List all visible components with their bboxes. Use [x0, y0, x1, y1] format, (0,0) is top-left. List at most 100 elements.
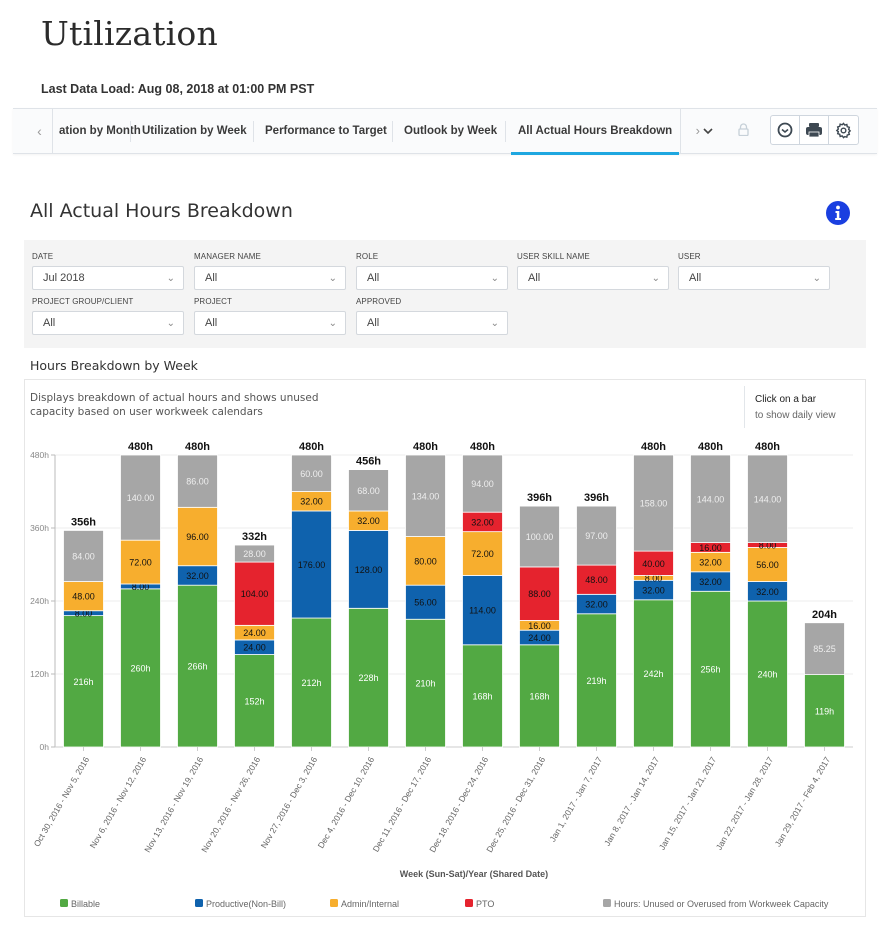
bar-segment-label: 32.00 — [186, 571, 209, 581]
bar-segment-label: 168h — [472, 691, 492, 701]
tab-utilization-by-week[interactable]: Utilization by Week — [142, 109, 247, 153]
bar-segment-label: 84.00 — [72, 551, 95, 561]
bar-segment-label: 168h — [529, 691, 549, 701]
bar-segment-label: 144.00 — [754, 494, 782, 504]
tab-divider — [130, 121, 131, 142]
filter-label: PROJECT — [194, 297, 233, 306]
lock-icon[interactable] — [738, 123, 749, 141]
bar-segment-label: 152h — [244, 696, 264, 706]
bar-segment-label: 119h — [815, 706, 834, 716]
bar-segment-label: 85.25 — [813, 644, 836, 654]
chevron-down-icon: ⌄ — [328, 273, 337, 284]
x-tick-label: Jan 22, 2017 - Jan 28, 2017 — [714, 755, 776, 852]
tab-performance-to-target[interactable]: Performance to Target — [265, 109, 387, 153]
bar-segment-label: 96.00 — [186, 532, 209, 542]
bar-total-label: 480h — [299, 441, 324, 453]
chevron-down-icon: ⌄ — [490, 318, 499, 329]
legend-swatch[interactable] — [603, 899, 611, 907]
gear-icon[interactable] — [829, 116, 858, 144]
bar-segment-label: 32.00 — [699, 577, 722, 587]
bar-segment-label: 16.00 — [699, 543, 722, 553]
bar-segment-label: 140.00 — [127, 493, 155, 503]
bar-segment-label: 24.00 — [528, 633, 551, 643]
bar-segment-label: 68.00 — [357, 486, 380, 496]
role-select[interactable]: All ⌄ — [356, 266, 508, 290]
bar-segment-label: 72.00 — [471, 549, 494, 559]
select-value: All — [367, 317, 380, 329]
bar-segment-label: 80.00 — [414, 556, 437, 566]
tab-outlook-by-week[interactable]: Outlook by Week — [404, 109, 497, 153]
bar-segment-label: 32.00 — [756, 587, 779, 597]
x-tick-label: Jan 8, 2017 - Jan 14, 2017 — [602, 755, 661, 848]
legend-swatch[interactable] — [195, 899, 203, 907]
legend-label[interactable]: Billable — [71, 899, 100, 909]
chevron-right-icon[interactable]: › — [680, 109, 700, 153]
report-tab-bar: ‹ ation by Month Utilization by Week Per… — [13, 108, 877, 155]
select-value: All — [367, 272, 380, 284]
bar-total-label: 396h — [584, 492, 609, 504]
bar-segment-label: 228h — [358, 673, 378, 683]
bar-segment-label: 260h — [130, 663, 150, 673]
clock-icon[interactable] — [771, 116, 800, 144]
x-tick-label: Dec 11, 2016 - Dec 17, 2016 — [371, 755, 434, 854]
bar-segment-label: 88.00 — [528, 589, 551, 599]
select-value: All — [689, 272, 702, 284]
date-select[interactable]: Jul 2018 ⌄ — [32, 266, 184, 290]
approved-select[interactable]: All ⌄ — [356, 311, 508, 335]
bar-segment-label: 104.00 — [241, 589, 269, 599]
bar-segment-label: 128.00 — [355, 565, 383, 575]
legend-label[interactable]: Productive(Non-Bill) — [206, 899, 286, 909]
filter-label: MANAGER NAME — [194, 252, 261, 261]
user-select[interactable]: All ⌄ — [678, 266, 830, 290]
filter-panel: DATE Jul 2018 ⌄ MANAGER NAME All ⌄ ROLE Al… — [24, 240, 866, 348]
project-group-client-select[interactable]: All ⌄ — [32, 311, 184, 335]
project-select[interactable]: All ⌄ — [194, 311, 346, 335]
print-icon[interactable] — [800, 116, 829, 144]
bar-segment-label: 216h — [73, 677, 93, 687]
legend-swatch[interactable] — [60, 899, 68, 907]
manager-name-select[interactable]: All ⌄ — [194, 266, 346, 290]
bar-segment-label: 240h — [757, 670, 777, 680]
select-value: All — [43, 317, 56, 329]
tab-utilization-by-month[interactable]: ation by Month — [59, 109, 141, 153]
bar-segment-label: 176.00 — [298, 560, 326, 570]
filter-label: APPROVED — [356, 297, 402, 306]
legend-swatch[interactable] — [330, 899, 338, 907]
bar-segment-label: 28.00 — [243, 549, 266, 559]
filter-approved: APPROVED All ⌄ — [356, 297, 508, 335]
x-tick-label: Nov 20, 2016 - Nov 26, 2016 — [199, 755, 262, 854]
y-tick-label: 480h — [30, 450, 49, 460]
filter-label: PROJECT GROUP/CLIENT — [32, 297, 134, 306]
filter-label: USER — [678, 252, 701, 261]
bar-segment-label: 97.00 — [585, 531, 608, 541]
chevron-down-icon[interactable] — [703, 109, 713, 153]
chevron-left-icon[interactable]: ‹ — [27, 109, 53, 153]
chevron-down-icon: ⌄ — [651, 273, 660, 284]
bar-segment-label: 32.00 — [699, 558, 722, 568]
filter-manager-name: MANAGER NAME All ⌄ — [194, 252, 346, 290]
chevron-down-icon: ⌄ — [812, 273, 821, 284]
select-value: All — [205, 272, 218, 284]
filter-user-skill-name: USER SKILL NAME All ⌄ — [517, 252, 669, 290]
legend-label[interactable]: Admin/Internal — [341, 899, 399, 909]
legend-swatch[interactable] — [465, 899, 473, 907]
filter-project-group-client: PROJECT GROUP/CLIENT All ⌄ — [32, 297, 184, 335]
y-tick-label: 0h — [40, 742, 50, 752]
bar-segment-label: 48.00 — [72, 592, 95, 602]
bar-segment-label: 212h — [301, 678, 321, 688]
user-skill-name-select[interactable]: All ⌄ — [517, 266, 669, 290]
chevron-down-icon: ⌄ — [166, 318, 175, 329]
x-tick-label: Dec 18, 2016 - Dec 24, 2016 — [427, 755, 490, 854]
legend-label[interactable]: PTO — [476, 899, 494, 909]
info-icon[interactable] — [825, 200, 851, 231]
filter-label: USER SKILL NAME — [517, 252, 590, 261]
chevron-down-icon: ⌄ — [490, 273, 499, 284]
filter-label: ROLE — [356, 252, 379, 261]
x-tick-label: Oct 30, 2016 - Nov 5, 2016 — [32, 755, 92, 849]
tab-divider — [505, 121, 506, 142]
tab-all-actual-hours-breakdown[interactable]: All Actual Hours Breakdown — [511, 109, 680, 155]
bar-segment-label: 56.00 — [414, 598, 437, 608]
bar-segment-label: 134.00 — [412, 491, 440, 501]
y-tick-label: 240h — [30, 596, 49, 606]
legend-label[interactable]: Hours: Unused or Overused from Workweek … — [614, 899, 829, 909]
